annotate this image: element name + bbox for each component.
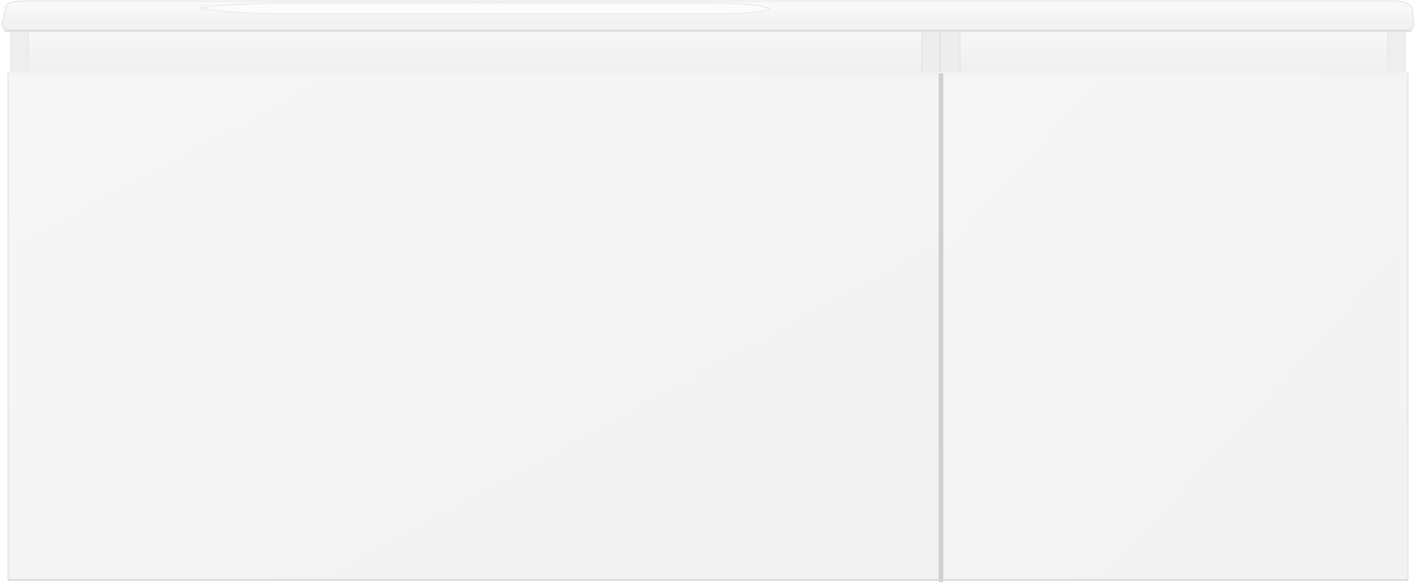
channel-divider	[922, 32, 960, 72]
channel-side-right	[1388, 32, 1406, 72]
handle-channel-left	[10, 32, 922, 72]
drawer-front-right	[942, 72, 1409, 581]
vanity-scene	[0, 0, 1416, 582]
drain	[474, 0, 502, 4]
drawer-front-left	[7, 72, 940, 581]
vanity-illustration	[1, 0, 1415, 582]
handle-channel-right	[960, 32, 1406, 72]
drawer-gap	[939, 73, 943, 582]
basin-rim	[199, 2, 772, 15]
channel-side-left	[10, 32, 28, 72]
